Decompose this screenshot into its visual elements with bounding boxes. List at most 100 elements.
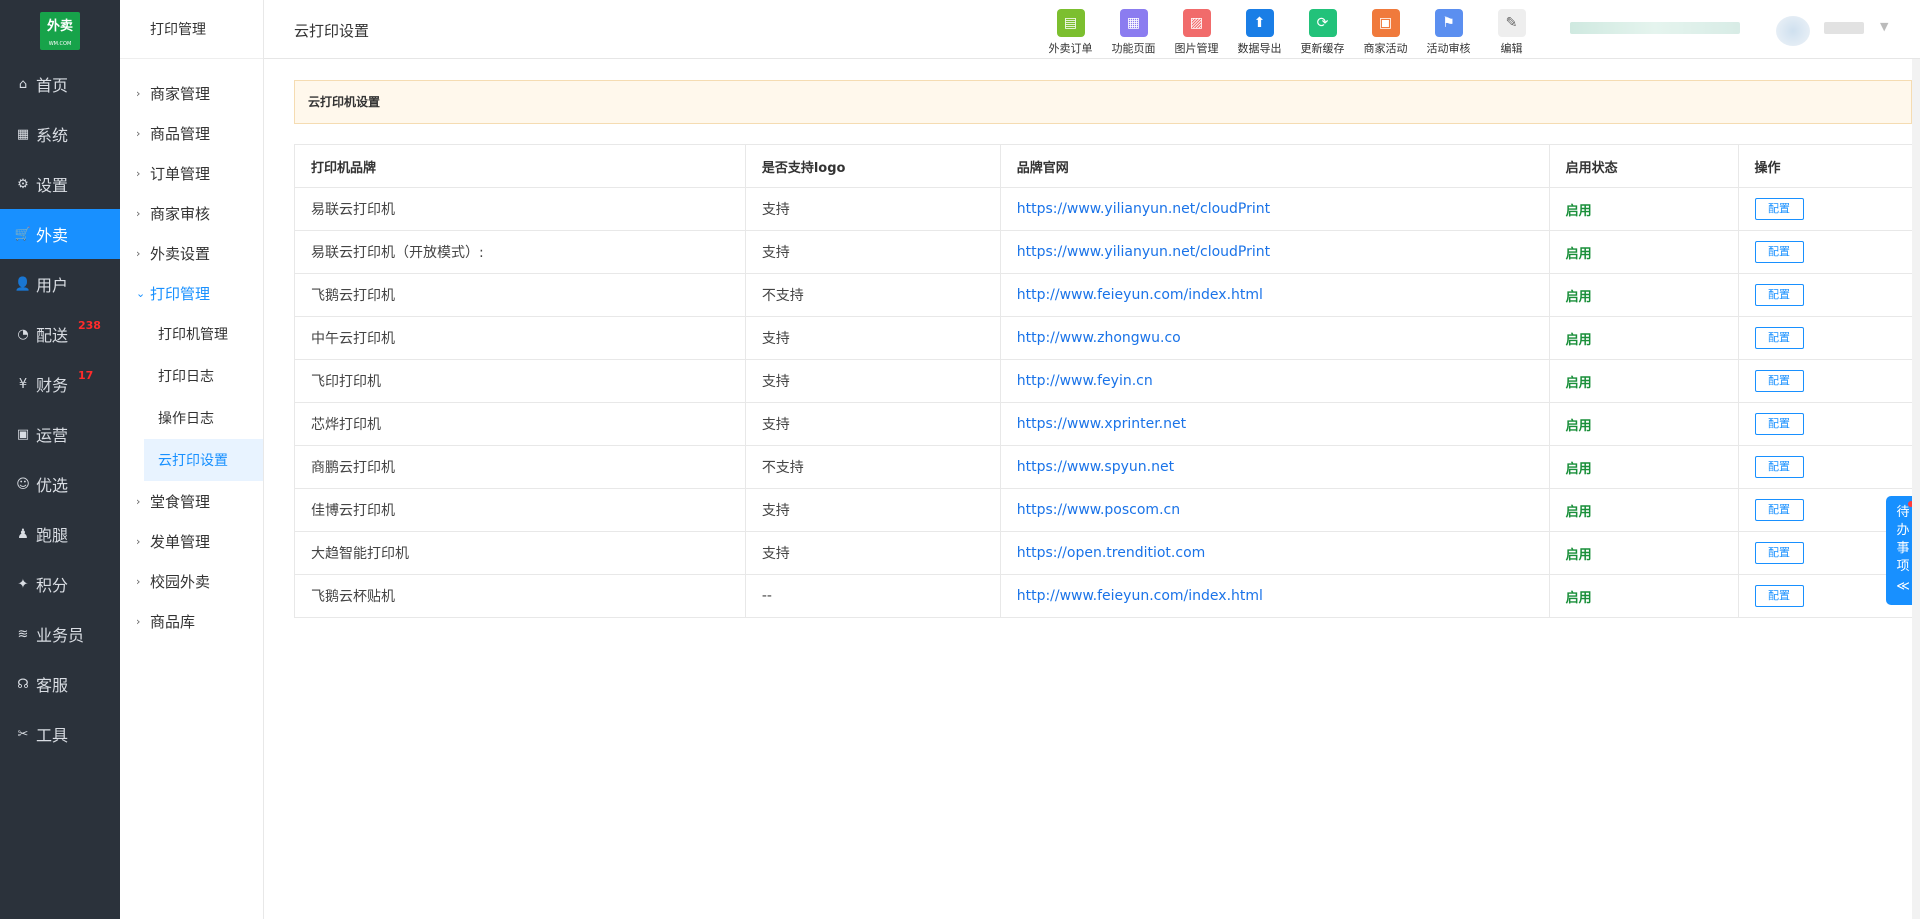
cell-website: https://www.poscom.cn	[999, 488, 1550, 532]
website-link[interactable]: http://www.zhongwu.co	[1017, 330, 1181, 346]
sub-nav-item[interactable]: › 商品管理	[120, 113, 263, 153]
nav-item-12[interactable]: ☊ 客服	[0, 659, 120, 709]
cell-status: 启用	[1548, 445, 1739, 489]
sub-nav-item[interactable]: › 订单管理	[120, 153, 263, 193]
website-link[interactable]: https://www.poscom.cn	[1017, 502, 1180, 518]
cell-logo-support: 支持	[744, 531, 1001, 575]
sub-nav-child[interactable]: 云打印设置	[144, 439, 263, 481]
gift-icon: ▣	[1371, 9, 1400, 37]
page-scrollbar[interactable]	[1912, 59, 1920, 919]
chevron-right-icon: ›	[136, 166, 141, 180]
nav-item-1[interactable]: ▦ 系统	[0, 109, 120, 159]
nav-item-5[interactable]: ◔ 配送 238	[0, 309, 120, 359]
nav-badge: 17	[78, 369, 94, 382]
toolbar-button-0[interactable]: ▤ 外卖订单	[1039, 9, 1102, 56]
configure-button[interactable]: 配置	[1754, 413, 1804, 435]
cell-website: https://open.trenditiot.com	[999, 531, 1550, 575]
nav-item-0[interactable]: ⌂ 首页	[0, 59, 120, 109]
configure-button[interactable]: 配置	[1754, 585, 1804, 607]
sub-nav-item[interactable]: › 堂食管理	[120, 481, 263, 521]
chevron-right-icon: ›	[136, 246, 141, 260]
sub-nav-item[interactable]: ⌄ 打印管理	[120, 273, 263, 313]
configure-button[interactable]: 配置	[1754, 542, 1804, 564]
nav-item-13[interactable]: ✂ 工具	[0, 709, 120, 759]
printer-table: 打印机品牌 是否支持logo 品牌官网 启用状态 操作 易联云打印机 支持 http…	[294, 144, 1912, 618]
flag-check-icon: ⚑	[1434, 9, 1463, 37]
table-row: 商鹏云打印机 不支持 https://www.spyun.net 启用 配置	[294, 445, 1912, 489]
nav-item-9[interactable]: ♟ 跑腿	[0, 509, 120, 559]
toolbar-button-label: 数据导出	[1237, 42, 1282, 55]
nav-item-4[interactable]: 👤 用户	[0, 259, 120, 309]
chevron-right-icon: ›	[136, 86, 141, 100]
website-link[interactable]: https://www.spyun.net	[1017, 459, 1174, 475]
sub-nav-item[interactable]: › 外卖设置	[120, 233, 263, 273]
website-link[interactable]: https://www.yilianyun.net/cloudPrint	[1017, 201, 1270, 217]
cell-website: https://www.xprinter.net	[999, 402, 1550, 446]
cell-status: 启用	[1548, 187, 1739, 231]
sub-nav-item[interactable]: › 商家管理	[120, 73, 263, 113]
configure-button[interactable]: 配置	[1754, 284, 1804, 306]
cell-action: 配置	[1737, 187, 1912, 231]
website-link[interactable]: https://www.yilianyun.net/cloudPrint	[1017, 244, 1270, 260]
cell-brand: 易联云打印机（开放模式）:	[294, 230, 746, 274]
chevron-right-icon: ›	[136, 494, 141, 508]
sub-nav-child[interactable]: 操作日志	[120, 397, 263, 439]
chevron-right-icon: ›	[136, 614, 141, 628]
nav-item-11[interactable]: ≋ 业务员	[0, 609, 120, 659]
app-logo[interactable]: 外卖 WM.COM	[40, 12, 80, 50]
configure-button[interactable]: 配置	[1754, 198, 1804, 220]
nav-item-label: 优选	[36, 476, 69, 495]
cell-status: 启用	[1548, 574, 1739, 618]
layers-icon: ≋	[17, 626, 29, 642]
cell-status: 启用	[1548, 230, 1739, 274]
website-link[interactable]: http://www.feieyun.com/index.html	[1017, 287, 1263, 303]
toolbar-button-6[interactable]: ⚑ 活动审核	[1417, 9, 1480, 56]
nav-item-2[interactable]: ⚙ 设置	[0, 159, 120, 209]
toolbar-button-4[interactable]: ⟳ 更新缓存	[1291, 9, 1354, 56]
sub-nav-item-label: 订单管理	[150, 164, 211, 183]
sub-nav-item[interactable]: › 校园外卖	[120, 561, 263, 601]
website-link[interactable]: http://www.feieyun.com/index.html	[1017, 588, 1263, 604]
sub-nav-child[interactable]: 打印日志	[120, 355, 263, 397]
toolbar-button-3[interactable]: ⬆ 数据导出	[1228, 9, 1291, 56]
cell-status: 启用	[1548, 273, 1739, 317]
chevron-down-icon[interactable]: ▼	[1880, 20, 1888, 33]
sub-nav-item-label: 打印管理	[150, 284, 211, 303]
cell-status: 启用	[1548, 402, 1739, 446]
table-header-row: 打印机品牌 是否支持logo 品牌官网 启用状态 操作	[294, 144, 1912, 188]
toolbar-button-2[interactable]: ▨ 图片管理	[1165, 9, 1228, 56]
toolbar-button-7[interactable]: ✎ 编辑	[1480, 9, 1543, 56]
top-header: 云打印设置 ▤ 外卖订单 ▦ 功能页面 ▨ 图片管理 ⬆ 数据导出 ⟳ 更新缓存 ▣ 商家活动 ⚑ 活动审…	[264, 0, 1920, 59]
website-link[interactable]: http://www.feyin.cn	[1017, 373, 1153, 389]
gift-icon: ▣	[16, 426, 30, 442]
toolbar-button-5[interactable]: ▣ 商家活动	[1354, 9, 1417, 56]
logo-subtext: WM.COM	[48, 41, 72, 47]
nav-item-label: 工具	[36, 726, 69, 745]
website-link[interactable]: https://www.xprinter.net	[1017, 416, 1186, 432]
cell-brand: 飞鹅云打印机	[294, 273, 746, 317]
col-header-brand: 打印机品牌	[294, 144, 746, 188]
nav-item-3[interactable]: 🛒 外卖	[0, 209, 120, 259]
status-badge: 启用	[1565, 246, 1592, 262]
toolbar-button-label: 商家活动	[1363, 42, 1408, 55]
configure-button[interactable]: 配置	[1754, 370, 1804, 392]
avatar[interactable]	[1776, 16, 1810, 46]
sub-nav-child[interactable]: 打印机管理	[120, 313, 263, 355]
cell-logo-support: 不支持	[744, 273, 1001, 317]
nav-item-10[interactable]: ✦ 积分	[0, 559, 120, 609]
configure-button[interactable]: 配置	[1754, 241, 1804, 263]
sub-nav-item-label: 商品库	[150, 612, 196, 631]
website-link[interactable]: https://open.trenditiot.com	[1017, 545, 1206, 561]
smile-icon: ☺	[16, 476, 30, 492]
configure-button[interactable]: 配置	[1754, 456, 1804, 478]
sub-nav-item[interactable]: › 商品库	[120, 601, 263, 641]
nav-item-8[interactable]: ☺ 优选	[0, 459, 120, 509]
sub-nav-item[interactable]: › 发单管理	[120, 521, 263, 561]
configure-button[interactable]: 配置	[1754, 327, 1804, 349]
blurred-username[interactable]	[1824, 22, 1864, 34]
toolbar-button-1[interactable]: ▦ 功能页面	[1102, 9, 1165, 56]
configure-button[interactable]: 配置	[1754, 499, 1804, 521]
nav-item-6[interactable]: ¥ 财务 17	[0, 359, 120, 409]
sub-nav-item[interactable]: › 商家审核	[120, 193, 263, 233]
nav-item-7[interactable]: ▣ 运营	[0, 409, 120, 459]
